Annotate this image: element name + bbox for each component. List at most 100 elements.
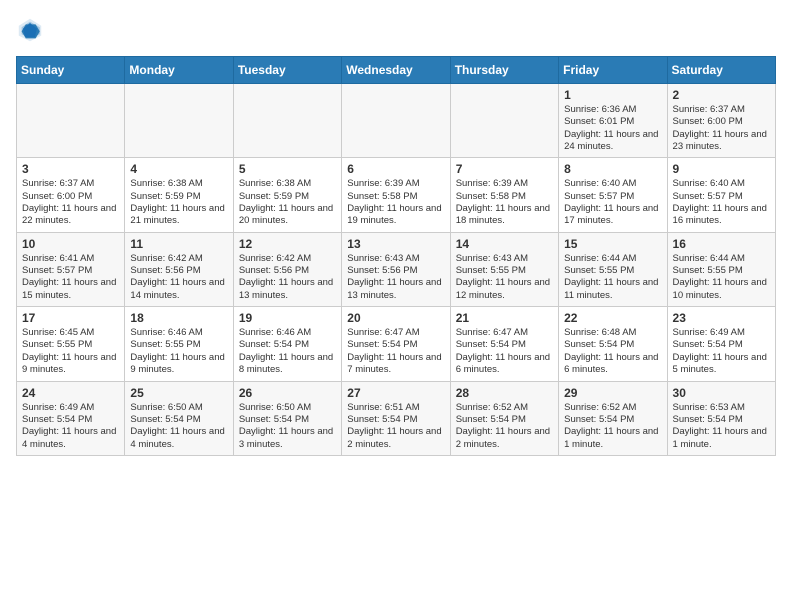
day-info: Daylight: 11 hours and 5 minutes.: [673, 352, 770, 377]
day-info: Sunset: 6:00 PM: [22, 191, 119, 203]
day-info: Sunrise: 6:53 AM: [673, 402, 770, 414]
day-cell: 4Sunrise: 6:38 AMSunset: 5:59 PMDaylight…: [125, 158, 233, 232]
day-number: 4: [130, 162, 227, 176]
day-info: Sunset: 5:55 PM: [22, 339, 119, 351]
day-info: Sunrise: 6:44 AM: [673, 253, 770, 265]
day-info: Sunset: 5:58 PM: [347, 191, 444, 203]
day-info: Sunset: 5:57 PM: [564, 191, 661, 203]
day-number: 7: [456, 162, 553, 176]
day-header-wednesday: Wednesday: [342, 57, 450, 84]
day-info: Sunset: 6:01 PM: [564, 116, 661, 128]
day-cell: 17Sunrise: 6:45 AMSunset: 5:55 PMDayligh…: [17, 307, 125, 381]
day-info: Sunrise: 6:47 AM: [456, 327, 553, 339]
calendar-header: SundayMondayTuesdayWednesdayThursdayFrid…: [17, 57, 776, 84]
day-info: Daylight: 11 hours and 24 minutes.: [564, 129, 661, 154]
day-number: 3: [22, 162, 119, 176]
day-info: Daylight: 11 hours and 1 minute.: [564, 426, 661, 451]
logo: [16, 16, 48, 44]
day-info: Sunset: 5:54 PM: [347, 414, 444, 426]
day-info: Sunset: 5:55 PM: [130, 339, 227, 351]
day-number: 20: [347, 311, 444, 325]
day-number: 21: [456, 311, 553, 325]
day-number: 26: [239, 386, 336, 400]
day-cell: 3Sunrise: 6:37 AMSunset: 6:00 PMDaylight…: [17, 158, 125, 232]
day-cell: 6Sunrise: 6:39 AMSunset: 5:58 PMDaylight…: [342, 158, 450, 232]
day-info: Sunrise: 6:52 AM: [564, 402, 661, 414]
day-info: Sunrise: 6:50 AM: [130, 402, 227, 414]
calendar-table: SundayMondayTuesdayWednesdayThursdayFrid…: [16, 56, 776, 456]
day-info: Daylight: 11 hours and 11 minutes.: [564, 277, 661, 302]
day-info: Sunset: 5:54 PM: [456, 339, 553, 351]
day-info: Daylight: 11 hours and 6 minutes.: [564, 352, 661, 377]
day-number: 14: [456, 237, 553, 251]
day-info: Sunrise: 6:50 AM: [239, 402, 336, 414]
week-row-3: 10Sunrise: 6:41 AMSunset: 5:57 PMDayligh…: [17, 232, 776, 306]
day-info: Sunset: 5:56 PM: [347, 265, 444, 277]
day-info: Sunrise: 6:47 AM: [347, 327, 444, 339]
day-cell: 18Sunrise: 6:46 AMSunset: 5:55 PMDayligh…: [125, 307, 233, 381]
day-info: Sunset: 5:54 PM: [456, 414, 553, 426]
day-info: Daylight: 11 hours and 19 minutes.: [347, 203, 444, 228]
day-header-monday: Monday: [125, 57, 233, 84]
day-info: Daylight: 11 hours and 14 minutes.: [130, 277, 227, 302]
day-info: Sunrise: 6:43 AM: [347, 253, 444, 265]
day-info: Sunrise: 6:40 AM: [673, 178, 770, 190]
day-info: Sunrise: 6:46 AM: [239, 327, 336, 339]
day-info: Daylight: 11 hours and 2 minutes.: [347, 426, 444, 451]
day-cell: 14Sunrise: 6:43 AMSunset: 5:55 PMDayligh…: [450, 232, 558, 306]
day-cell: [125, 84, 233, 158]
day-info: Daylight: 11 hours and 23 minutes.: [673, 129, 770, 154]
day-number: 17: [22, 311, 119, 325]
day-info: Sunset: 5:54 PM: [347, 339, 444, 351]
day-number: 5: [239, 162, 336, 176]
day-cell: 11Sunrise: 6:42 AMSunset: 5:56 PMDayligh…: [125, 232, 233, 306]
day-info: Sunrise: 6:39 AM: [456, 178, 553, 190]
day-cell: 12Sunrise: 6:42 AMSunset: 5:56 PMDayligh…: [233, 232, 341, 306]
day-number: 11: [130, 237, 227, 251]
day-info: Daylight: 11 hours and 21 minutes.: [130, 203, 227, 228]
day-number: 8: [564, 162, 661, 176]
page-header: [16, 16, 776, 44]
week-row-1: 1Sunrise: 6:36 AMSunset: 6:01 PMDaylight…: [17, 84, 776, 158]
day-info: Sunrise: 6:37 AM: [22, 178, 119, 190]
day-info: Daylight: 11 hours and 8 minutes.: [239, 352, 336, 377]
day-number: 22: [564, 311, 661, 325]
day-number: 24: [22, 386, 119, 400]
day-info: Sunset: 5:55 PM: [456, 265, 553, 277]
day-cell: 2Sunrise: 6:37 AMSunset: 6:00 PMDaylight…: [667, 84, 775, 158]
day-info: Daylight: 11 hours and 9 minutes.: [22, 352, 119, 377]
day-cell: [17, 84, 125, 158]
day-info: Daylight: 11 hours and 7 minutes.: [347, 352, 444, 377]
day-info: Daylight: 11 hours and 16 minutes.: [673, 203, 770, 228]
day-cell: 24Sunrise: 6:49 AMSunset: 5:54 PMDayligh…: [17, 381, 125, 455]
day-info: Daylight: 11 hours and 15 minutes.: [22, 277, 119, 302]
day-header-friday: Friday: [559, 57, 667, 84]
day-number: 29: [564, 386, 661, 400]
day-cell: 13Sunrise: 6:43 AMSunset: 5:56 PMDayligh…: [342, 232, 450, 306]
day-info: Sunset: 6:00 PM: [673, 116, 770, 128]
day-number: 13: [347, 237, 444, 251]
day-info: Sunset: 5:54 PM: [22, 414, 119, 426]
calendar-body: 1Sunrise: 6:36 AMSunset: 6:01 PMDaylight…: [17, 84, 776, 456]
day-info: Sunset: 5:59 PM: [130, 191, 227, 203]
day-cell: 20 Sunrise: 6:47 AMSunset: 5:54 PMDayligh…: [342, 307, 450, 381]
logo-icon: [16, 16, 44, 44]
day-info: Sunrise: 6:36 AM: [564, 104, 661, 116]
day-info: Daylight: 11 hours and 6 minutes.: [456, 352, 553, 377]
day-cell: 8Sunrise: 6:40 AMSunset: 5:57 PMDaylight…: [559, 158, 667, 232]
day-info: Daylight: 11 hours and 4 minutes.: [22, 426, 119, 451]
day-info: Sunrise: 6:41 AM: [22, 253, 119, 265]
day-info: Sunset: 5:55 PM: [673, 265, 770, 277]
day-info: Daylight: 11 hours and 20 minutes.: [239, 203, 336, 228]
day-cell: 28Sunrise: 6:52 AMSunset: 5:54 PMDayligh…: [450, 381, 558, 455]
day-cell: [233, 84, 341, 158]
day-number: 18: [130, 311, 227, 325]
day-info: Sunrise: 6:37 AM: [673, 104, 770, 116]
day-number: 30: [673, 386, 770, 400]
day-header-tuesday: Tuesday: [233, 57, 341, 84]
day-info: Sunrise: 6:42 AM: [130, 253, 227, 265]
day-number: 15: [564, 237, 661, 251]
day-info: Sunrise: 6:48 AM: [564, 327, 661, 339]
day-info: Sunrise: 6:49 AM: [673, 327, 770, 339]
day-info: Sunset: 5:54 PM: [130, 414, 227, 426]
